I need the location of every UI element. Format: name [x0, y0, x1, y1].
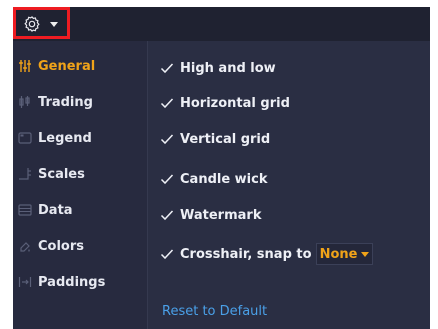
- checkmark-icon[interactable]: [160, 247, 174, 261]
- checkmark-icon[interactable]: [160, 172, 174, 186]
- sidebar-item-label: Legend: [38, 130, 92, 146]
- sidebar-item-paddings[interactable]: Paddings: [13, 270, 147, 294]
- sidebar-item-trading[interactable]: Trading: [13, 90, 147, 114]
- option-label: Candle wick: [180, 171, 268, 187]
- settings-menu-button[interactable]: [13, 7, 70, 39]
- sidebar-item-general[interactable]: General: [13, 54, 147, 78]
- checkmark-icon[interactable]: [160, 96, 174, 110]
- sidebar-item-label: General: [38, 58, 96, 74]
- paddings-icon: [18, 277, 32, 287]
- reset-to-default-link[interactable]: Reset to Default: [162, 304, 267, 319]
- caret-down-icon: [50, 22, 58, 27]
- sidebar-item-data[interactable]: Data: [13, 198, 147, 222]
- checkmark-icon[interactable]: [160, 61, 174, 75]
- chevron-down-icon: [361, 251, 370, 257]
- horizontal-grid-option[interactable]: Horizontal grid: [160, 92, 290, 114]
- sidebar-item-colors[interactable]: Colors: [13, 234, 147, 258]
- chart-toolbar: [13, 7, 430, 41]
- candle-wick-option[interactable]: Candle wick: [160, 168, 268, 190]
- gear-icon: [24, 16, 40, 32]
- trading-icon: [19, 96, 30, 108]
- sidebar-item-label: Data: [38, 202, 73, 218]
- snap-to-dropdown[interactable]: None: [315, 243, 374, 265]
- option-label: High and low: [180, 60, 276, 76]
- scales-icon: [19, 168, 31, 180]
- settings-panel: General Trading Legend Scales Data Color…: [13, 41, 430, 329]
- sliders-icon: [19, 60, 31, 72]
- option-label: Vertical grid: [180, 131, 271, 147]
- general-settings: High and low Horizontal grid Vertical gr…: [148, 41, 430, 329]
- settings-sidebar: General Trading Legend Scales Data Color…: [13, 41, 148, 329]
- sidebar-item-legend[interactable]: Legend: [13, 126, 147, 150]
- checkmark-icon[interactable]: [160, 208, 174, 222]
- vertical-grid-option[interactable]: Vertical grid: [160, 128, 270, 150]
- sidebar-item-scales[interactable]: Scales: [13, 162, 147, 186]
- option-label: Watermark: [180, 207, 262, 223]
- colors-icon: [20, 242, 30, 252]
- legend-icon: [18, 132, 32, 144]
- snap-to-value: None: [319, 246, 358, 262]
- sidebar-item-label: Colors: [38, 238, 85, 254]
- data-icon: [18, 204, 32, 216]
- checkmark-icon[interactable]: [160, 132, 174, 146]
- sidebar-item-label: Trading: [38, 94, 93, 110]
- watermark-option[interactable]: Watermark: [160, 204, 261, 226]
- crosshair-snap-option[interactable]: Crosshair, snap to None: [160, 243, 374, 265]
- sidebar-item-label: Paddings: [38, 274, 106, 290]
- high-low-option[interactable]: High and low: [160, 57, 276, 79]
- option-label: Horizontal grid: [180, 95, 290, 111]
- option-label: Crosshair, snap to: [180, 246, 312, 262]
- sidebar-item-label: Scales: [38, 166, 85, 182]
